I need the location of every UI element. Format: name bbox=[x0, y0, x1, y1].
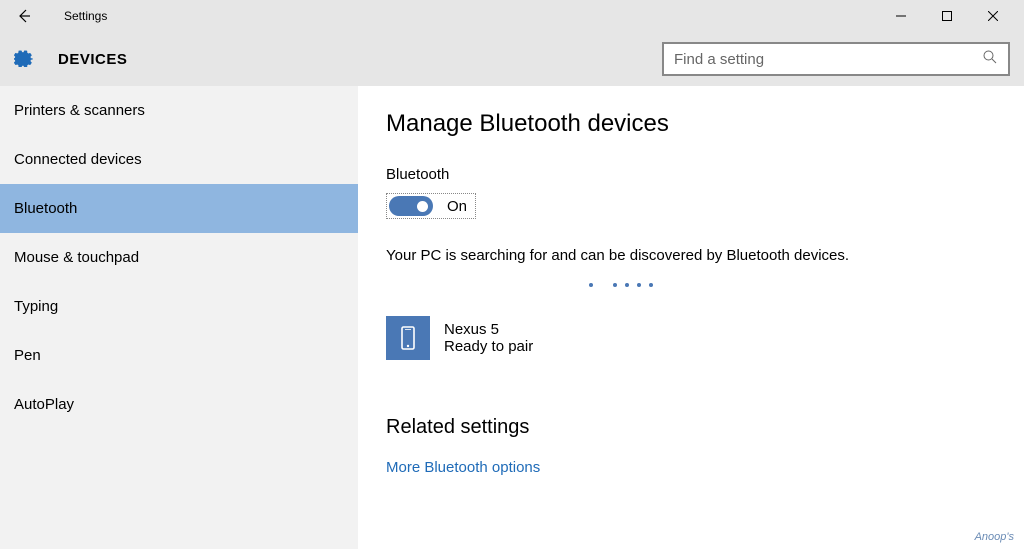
gear-icon bbox=[14, 47, 34, 72]
maximize-button[interactable] bbox=[924, 0, 970, 32]
sidebar-item-connected[interactable]: Connected devices bbox=[0, 135, 358, 184]
device-status: Ready to pair bbox=[444, 338, 533, 355]
device-row[interactable]: Nexus 5 Ready to pair bbox=[386, 316, 996, 360]
maximize-icon bbox=[942, 11, 952, 21]
related-heading: Related settings bbox=[386, 416, 996, 439]
search-box[interactable] bbox=[662, 42, 1010, 76]
close-icon bbox=[988, 11, 998, 21]
minimize-icon bbox=[896, 11, 906, 21]
sidebar-item-mouse[interactable]: Mouse & touchpad bbox=[0, 233, 358, 282]
sidebar-item-bluetooth[interactable]: Bluetooth bbox=[0, 184, 358, 233]
device-name: Nexus 5 bbox=[444, 321, 533, 338]
search-input[interactable] bbox=[674, 51, 982, 68]
minimize-button[interactable] bbox=[878, 0, 924, 32]
page-heading: Manage Bluetooth devices bbox=[386, 110, 996, 138]
sidebar: Printers & scanners Connected devices Bl… bbox=[0, 86, 358, 549]
bluetooth-toggle[interactable] bbox=[389, 196, 433, 216]
bluetooth-toggle-wrap: On bbox=[386, 193, 476, 219]
header: DEVICES bbox=[0, 32, 1024, 86]
sidebar-item-printers[interactable]: Printers & scanners bbox=[0, 86, 358, 135]
bluetooth-label: Bluetooth bbox=[386, 166, 996, 183]
titlebar: Settings bbox=[0, 0, 1024, 32]
bluetooth-description: Your PC is searching for and can be disc… bbox=[386, 245, 856, 266]
device-icon-box bbox=[386, 316, 430, 360]
back-button[interactable] bbox=[8, 8, 40, 24]
sidebar-item-autoplay[interactable]: AutoPlay bbox=[0, 380, 358, 429]
close-button[interactable] bbox=[970, 0, 1016, 32]
header-label: DEVICES bbox=[58, 51, 127, 68]
arrow-left-icon bbox=[16, 8, 32, 24]
sidebar-item-pen[interactable]: Pen bbox=[0, 331, 358, 380]
searching-progress bbox=[386, 276, 856, 292]
watermark: Anoop's bbox=[975, 531, 1014, 543]
toggle-state-label: On bbox=[447, 198, 467, 215]
search-icon bbox=[982, 49, 998, 70]
toggle-knob bbox=[417, 201, 428, 212]
phone-icon bbox=[394, 324, 422, 352]
main-panel: Manage Bluetooth devices Bluetooth On Yo… bbox=[358, 86, 1024, 549]
more-bluetooth-link[interactable]: More Bluetooth options bbox=[386, 459, 996, 476]
window-title: Settings bbox=[64, 9, 107, 23]
sidebar-item-typing[interactable]: Typing bbox=[0, 282, 358, 331]
